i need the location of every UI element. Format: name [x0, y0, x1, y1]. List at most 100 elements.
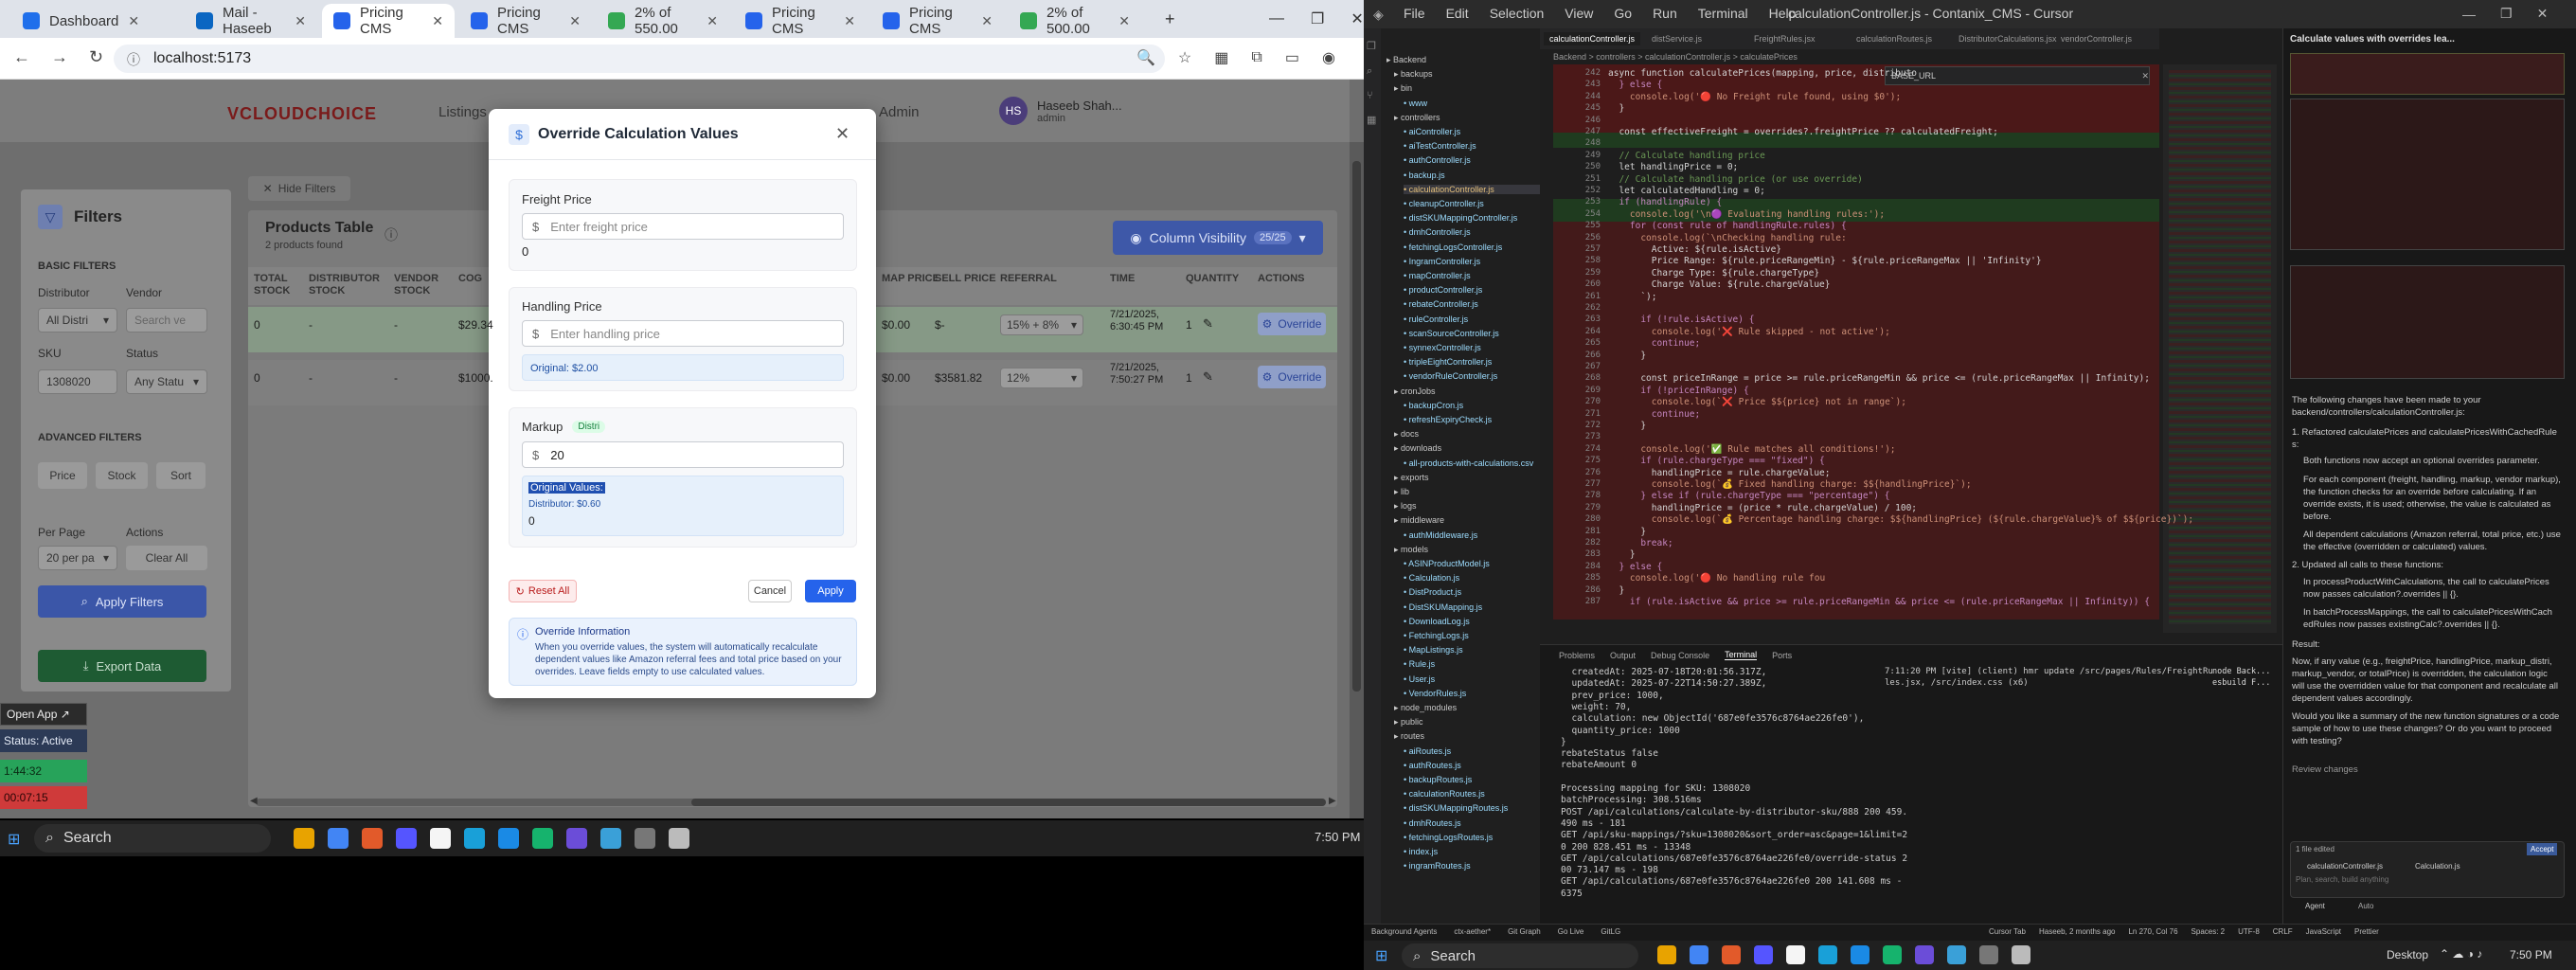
code-line[interactable]: // Calculate handling price (or use over… — [1608, 174, 1862, 185]
override-button[interactable]: ⚙ Override — [1258, 313, 1326, 335]
distributor-select[interactable]: All Distri ▾ — [38, 308, 117, 332]
new-tab-icon[interactable]: + — [1165, 9, 1175, 29]
reload-icon[interactable]: ↻ — [89, 47, 103, 67]
code-line[interactable]: } — [1608, 585, 1624, 596]
browser-tab[interactable]: 2% of 500.00 ✕ — [1009, 4, 1141, 38]
explorer-file[interactable]: • ruleController.js — [1404, 314, 1468, 324]
close-tab-icon[interactable]: ✕ — [981, 13, 993, 29]
taskbar-search[interactable]: ⌕ Search — [1402, 943, 1638, 968]
code-line[interactable]: let handlingPrice = 0; — [1608, 162, 1738, 172]
explorer-file[interactable]: • authController.js — [1404, 155, 1471, 165]
taskbar-app-icon[interactable] — [600, 828, 621, 849]
status-item[interactable]: Go Live — [1558, 927, 1584, 936]
edited-file[interactable]: calculationController.js — [2307, 860, 2383, 872]
terminal-instance[interactable]: node Back... — [2212, 667, 2270, 676]
explorer-file[interactable]: • User.js — [1404, 674, 1435, 684]
explorer-file[interactable]: • fetchingLogsController.js — [1404, 242, 1502, 252]
taskbar-app-icon[interactable] — [1851, 945, 1869, 964]
taskbar-app-icon[interactable] — [294, 828, 314, 849]
explorer-file[interactable]: • ingramRoutes.js — [1404, 861, 1471, 871]
browser-tab[interactable]: Pricing CMS ✕ — [734, 4, 867, 38]
explorer-folder[interactable]: ▸ node_modules — [1394, 703, 1457, 713]
column-header[interactable]: COG — [458, 273, 525, 285]
vendor-search-input[interactable]: Search ve — [126, 308, 207, 332]
explorer-folder[interactable]: ▸ downloads — [1394, 443, 1441, 454]
explorer-file[interactable]: • index.js — [1404, 847, 1438, 856]
taskbar-app-icon[interactable] — [1979, 945, 1998, 964]
markup-input[interactable]: $ 20 — [522, 441, 844, 468]
menu-go[interactable]: Go — [1614, 6, 1632, 21]
code-line[interactable]: console.log('🔴 No Freight rule found, us… — [1608, 92, 1901, 102]
explorer-file[interactable]: • aiTestController.js — [1404, 141, 1476, 151]
referral-select[interactable]: 15% + 8% ▾ — [1000, 314, 1083, 335]
explorer-file[interactable]: • MapListings.js — [1404, 645, 1463, 655]
handling-price-input[interactable]: $ Enter handling price — [522, 320, 844, 347]
taskbar-app-icon[interactable] — [396, 828, 417, 849]
restore-icon[interactable]: ❐ — [1311, 9, 1324, 28]
panel-tab-terminal[interactable]: Terminal — [1725, 650, 1758, 660]
panel-tab-output[interactable]: Output — [1610, 651, 1636, 660]
editor-tab[interactable]: vendorController.js — [2055, 32, 2138, 45]
modal-close-icon[interactable]: ✕ — [835, 124, 850, 144]
explorer-file[interactable]: • VendorRules.js — [1404, 689, 1466, 698]
menu-edit[interactable]: Edit — [1446, 6, 1469, 21]
open-app-button[interactable]: Open App ↗ — [0, 703, 87, 726]
override-button[interactable]: ⚙ Override — [1258, 366, 1326, 388]
taskbar-app-icon[interactable] — [328, 828, 349, 849]
restore-icon[interactable]: ❐ — [2500, 6, 2513, 22]
accept-button[interactable]: Accept — [2527, 843, 2558, 855]
source-control-icon[interactable]: ⑂ — [1367, 83, 1376, 108]
browser-tab[interactable]: 2% of 550.00 ✕ — [597, 4, 729, 38]
review-changes-link[interactable]: Review changes — [2292, 763, 2358, 776]
explorer-file[interactable]: • cleanupController.js — [1404, 199, 1484, 208]
search-icon[interactable]: ⌕ — [1367, 59, 1376, 83]
code-line[interactable]: } — [1608, 421, 1646, 431]
code-line[interactable]: break; — [1608, 538, 1673, 548]
taskbar-app-icon[interactable] — [1690, 945, 1708, 964]
column-header[interactable]: SELL PRICE — [935, 273, 1001, 285]
panel-tab-problems[interactable]: Problems — [1559, 651, 1595, 660]
explorer-file[interactable]: • dmhRoutes.js — [1404, 818, 1461, 828]
help-icon[interactable]: ⓘ — [385, 225, 398, 244]
table-horizontal-scrollbar[interactable] — [256, 799, 1326, 806]
status-item[interactable]: Prettier — [2354, 927, 2379, 936]
close-tab-icon[interactable]: ✕ — [1118, 13, 1130, 29]
column-header[interactable]: QUANTITY — [1186, 273, 1252, 285]
apply-button[interactable]: Apply — [805, 580, 856, 602]
status-item[interactable]: Cursor Tab — [1989, 927, 2026, 936]
price-filter-button[interactable]: Price — [38, 462, 87, 489]
close-tab-icon[interactable]: ✕ — [295, 13, 306, 29]
taskbar-app-icon[interactable] — [635, 828, 655, 849]
code-line[interactable]: Charge Value: ${rule.chargeValue} — [1608, 279, 1831, 290]
explorer-file[interactable]: • calculationRoutes.js — [1404, 789, 1485, 799]
explorer-file[interactable]: • www — [1404, 99, 1427, 108]
editor-tab[interactable]: distService.js — [1646, 32, 1708, 45]
explorer-file[interactable]: • scanSourceController.js — [1404, 329, 1499, 338]
files-icon[interactable]: ❐ — [1367, 34, 1376, 59]
code-line[interactable]: console.log('🔴 No handling rule fou — [1608, 573, 1825, 584]
explorer-file[interactable]: • DistSKUMapping.js — [1404, 602, 1482, 612]
close-window-icon[interactable]: ✕ — [1351, 9, 1363, 28]
explorer-file[interactable]: • FetchingLogs.js — [1404, 631, 1469, 640]
explorer-file[interactable]: • distSKUMappingController.js — [1404, 213, 1517, 223]
start-icon[interactable]: ⊞ — [8, 830, 20, 849]
scroll-right-icon[interactable]: ▶ — [1329, 796, 1336, 806]
explorer-file[interactable]: • backupCron.js — [1404, 401, 1463, 410]
site-info-icon[interactable]: ⓘ — [127, 50, 140, 69]
code-line[interactable]: } — [1608, 527, 1646, 537]
extensions-icon[interactable]: ▦ — [1367, 108, 1376, 133]
column-header[interactable]: VENDOR STOCK — [394, 273, 455, 297]
code-line[interactable]: if (rule.isActive && price >= rule.price… — [1608, 597, 2150, 607]
taskbar-app-icon[interactable] — [498, 828, 519, 849]
close-tab-icon[interactable]: ✕ — [432, 13, 443, 29]
page-scrollbar[interactable] — [1350, 142, 1364, 818]
explorer-folder[interactable]: ▸ logs — [1394, 501, 1417, 512]
explorer-file[interactable]: • rebateController.js — [1404, 299, 1478, 309]
explorer-folder[interactable]: ▸ controllers — [1394, 113, 1440, 123]
status-item[interactable]: GitLG — [1601, 927, 1620, 936]
explorer-folder[interactable]: ▸ bin — [1394, 83, 1412, 94]
explorer-file[interactable]: • Rule.js — [1404, 659, 1435, 669]
code-line[interactable]: `); — [1608, 292, 1656, 302]
code-line[interactable]: continue; — [1608, 409, 1700, 420]
explorer-file[interactable]: • authRoutes.js — [1404, 761, 1461, 770]
